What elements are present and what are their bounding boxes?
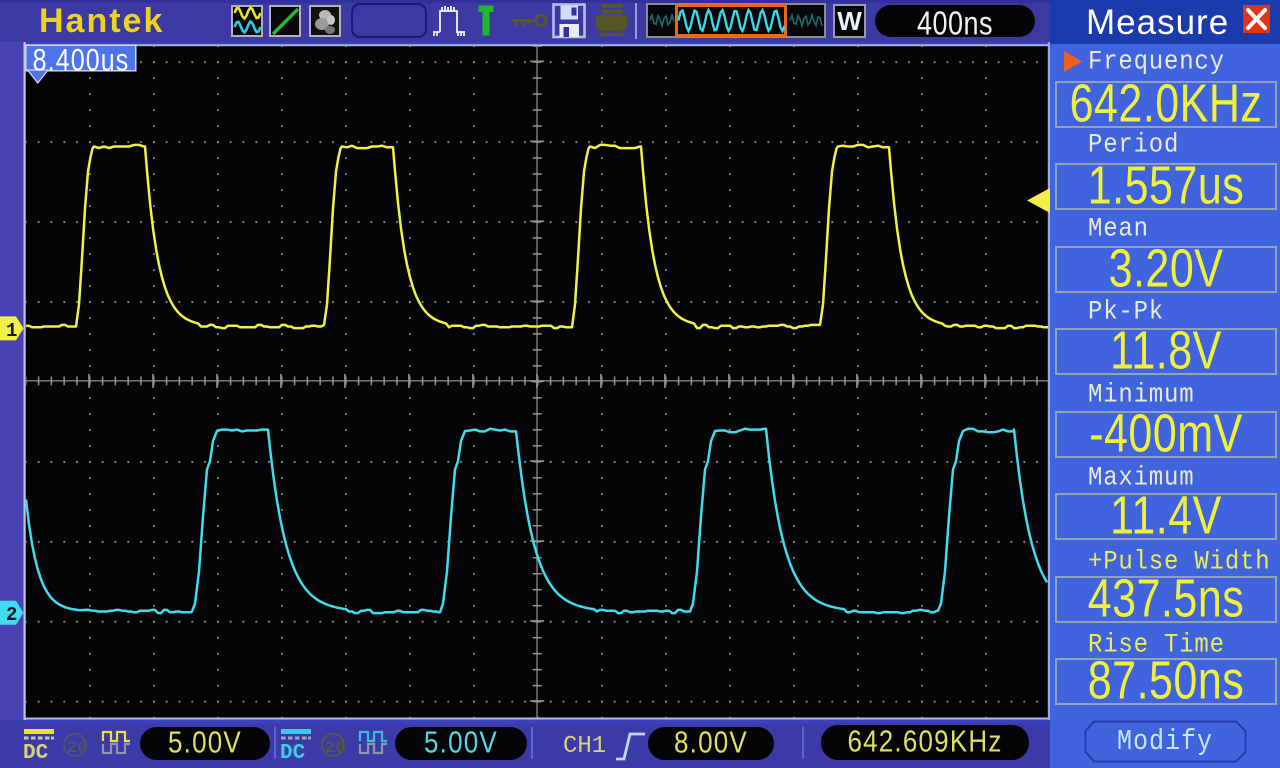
svg-text:20: 20 [325,739,345,758]
svg-text:2: 2 [6,604,17,626]
svg-text:DC: DC [280,742,306,765]
svg-text:20: 20 [67,739,87,758]
svg-text:1: 1 [6,320,17,342]
svg-text:DC: DC [23,742,49,765]
